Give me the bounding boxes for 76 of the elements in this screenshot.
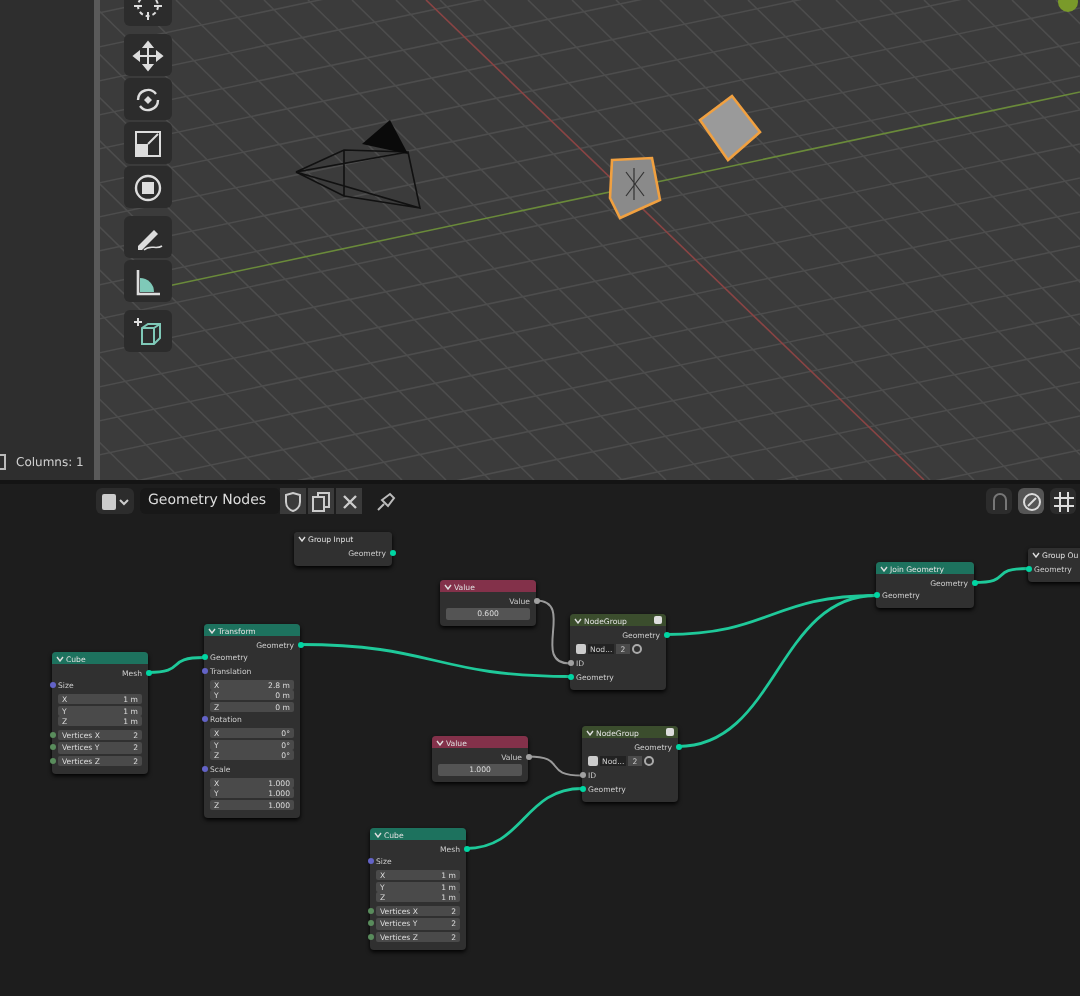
- camera-drawing: [295, 120, 421, 209]
- socket-dot[interactable]: [463, 845, 469, 852]
- transform-icon: [132, 171, 164, 203]
- copy-icon[interactable]: [308, 488, 334, 514]
- socket-dot[interactable]: [525, 753, 531, 760]
- chevron-icon[interactable]: [574, 617, 582, 623]
- add-cube-tool[interactable]: [124, 310, 172, 352]
- node-group-icon: [654, 616, 662, 624]
- socket-dot[interactable]: [297, 641, 303, 648]
- socket-dot[interactable]: [367, 920, 373, 927]
- node-link[interactable]: [527, 755, 583, 777]
- node-link[interactable]: [973, 567, 1029, 584]
- data-block-icon[interactable]: [588, 756, 598, 766]
- socket-dot[interactable]: [1025, 565, 1031, 572]
- overlay-icon[interactable]: [986, 488, 1012, 514]
- snap-icon[interactable]: [1018, 488, 1044, 514]
- scale-tool[interactable]: [124, 122, 172, 164]
- socket-dot[interactable]: [201, 716, 207, 723]
- socket-dot[interactable]: [533, 597, 539, 604]
- chevron-icon[interactable]: [880, 565, 888, 571]
- move-icon: [132, 39, 164, 71]
- close-icon[interactable]: [336, 488, 362, 514]
- node-link[interactable]: [677, 594, 877, 748]
- node-link[interactable]: [535, 599, 571, 665]
- chevron-icon[interactable]: [586, 729, 594, 735]
- cube-drawing: [608, 156, 662, 220]
- socket-dot[interactable]: [367, 907, 373, 914]
- socket-dot[interactable]: [201, 765, 207, 772]
- scale-icon: [132, 127, 164, 159]
- socket-dot[interactable]: [675, 743, 681, 750]
- socket-dot[interactable]: [367, 933, 373, 940]
- socket-dot[interactable]: [49, 744, 55, 751]
- rotate-icon: [132, 83, 164, 115]
- socket-dot[interactable]: [389, 549, 395, 556]
- pencil-tool[interactable]: [124, 216, 172, 258]
- fake-user-icon[interactable]: [643, 756, 654, 766]
- node-group-icon: [666, 728, 674, 736]
- socket-dot[interactable]: [579, 772, 585, 779]
- socket-dot[interactable]: [579, 785, 585, 792]
- socket-dot[interactable]: [201, 667, 207, 674]
- socket-dot[interactable]: [663, 631, 669, 638]
- socket-dot[interactable]: [49, 682, 55, 689]
- socket-dot[interactable]: [567, 660, 573, 667]
- socket-dot[interactable]: [49, 731, 55, 738]
- chevron-icon[interactable]: [374, 831, 382, 837]
- data-block-icon[interactable]: [576, 644, 586, 654]
- grid-icon[interactable]: [1050, 488, 1076, 514]
- node-link[interactable]: [299, 643, 571, 678]
- ruler-icon: [132, 265, 164, 297]
- socket-dot[interactable]: [145, 669, 151, 676]
- socket-dot[interactable]: [201, 654, 207, 661]
- add-cube-icon: [132, 315, 164, 347]
- shield-icon[interactable]: [280, 488, 306, 514]
- node-link[interactable]: [147, 656, 205, 674]
- fake-user-icon[interactable]: [631, 644, 642, 654]
- socket-dot[interactable]: [367, 858, 373, 865]
- pin-icon[interactable]: [376, 491, 396, 511]
- chevron-icon[interactable]: [436, 739, 444, 745]
- editor-type-icon: [101, 491, 129, 511]
- socket-dot[interactable]: [49, 757, 55, 764]
- node-link[interactable]: [465, 787, 583, 850]
- socket-dot[interactable]: [873, 592, 879, 599]
- gizmo-icon[interactable]: [1058, 0, 1078, 12]
- ruler-tool[interactable]: [124, 260, 172, 302]
- chevron-icon[interactable]: [56, 655, 64, 661]
- socket-dot[interactable]: [971, 579, 977, 586]
- transform-tool[interactable]: [124, 166, 172, 208]
- chevron-icon[interactable]: [208, 627, 216, 633]
- chevron-icon[interactable]: [298, 535, 306, 541]
- socket-dot[interactable]: [567, 673, 573, 680]
- chevron-icon[interactable]: [1032, 551, 1040, 557]
- cube-drawing: [698, 94, 762, 162]
- move-tool[interactable]: [124, 34, 172, 76]
- editor-type-dropdown[interactable]: [96, 488, 134, 514]
- chevron-icon[interactable]: [444, 583, 452, 589]
- rotate-tool[interactable]: [124, 78, 172, 120]
